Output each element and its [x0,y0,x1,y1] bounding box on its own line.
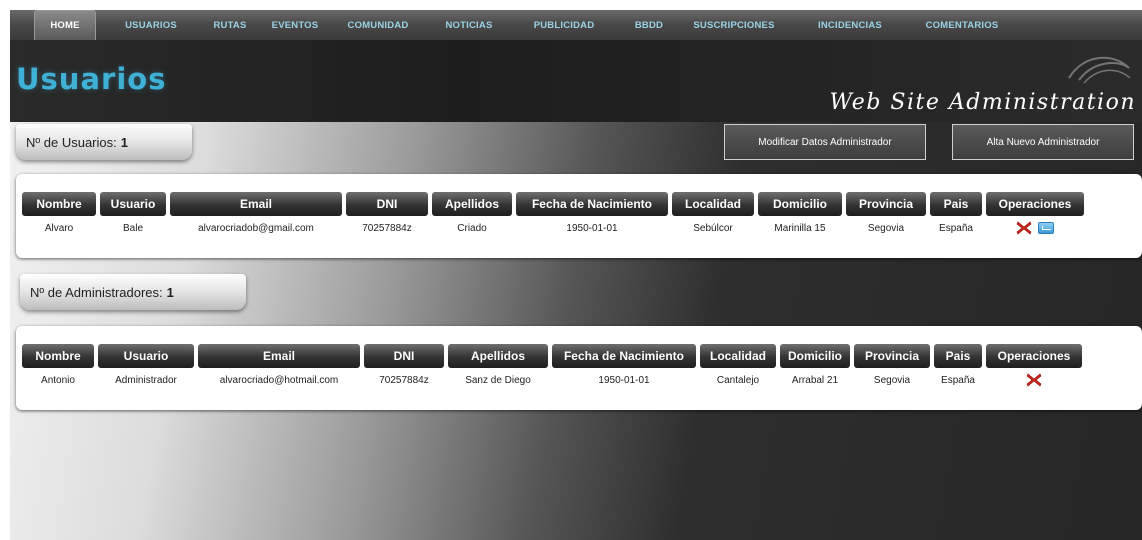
column-header-usuario: Usuario [98,344,194,368]
users-count-box: Nº de Usuarios: 1 [16,124,192,160]
column-header-localidad: Localidad [700,344,776,368]
column-header-provincia: Provincia [846,192,926,216]
delete-x-icon[interactable] [1026,373,1042,387]
cell-email: alvarocriadob@gmail.com [198,222,314,234]
cell-fecha-nacimiento: 1950-01-01 [566,222,618,234]
swirl-decoration-icon [1068,56,1131,84]
column-header-email: Email [170,192,342,216]
nav-item-rutas[interactable]: RUTAS [208,10,252,40]
cell-provincia: Segovia [873,374,911,386]
table-row: Alvaro Bale alvarocriadob@gmail.com 7025… [22,216,1084,240]
admins-table-header-row: Nombre Usuario Email DNI Apellidos Fecha… [22,344,1082,368]
cell-usuario: Bale [122,222,143,234]
column-header-apellidos: Apellidos [448,344,548,368]
column-header-email: Email [198,344,360,368]
cell-dni: 70257884z [379,374,429,386]
nav-item-eventos[interactable]: EVENTOS [266,10,324,40]
nav-item-incidencias[interactable]: INCIDENCIAS [808,10,892,40]
admins-table-panel: Nombre Usuario Email DNI Apellidos Fecha… [16,326,1142,410]
cell-localidad: Cantalejo [716,374,760,386]
nav-item-comunidad[interactable]: COMUNIDAD [340,10,416,40]
new-admin-button[interactable]: Alta Nuevo Administrador [952,124,1134,160]
users-count-value: 1 [120,134,128,150]
nav-item-publicidad[interactable]: PUBLICIDAD [524,10,604,40]
nav-item-bbdd[interactable]: BBDD [630,10,668,40]
delete-x-icon[interactable] [1016,221,1032,235]
cell-localidad: Sebúlcor [693,222,733,234]
column-header-pais: Pais [934,344,982,368]
users-table-panel: Nombre Usuario Email DNI Apellidos Fecha… [16,174,1142,258]
nav-item-suscripciones[interactable]: SUSCRIPCIONES [684,10,784,40]
cell-nombre: Alvaro [44,222,74,234]
cell-apellidos: Criado [457,222,487,234]
nav-item-comentarios[interactable]: COMENTARIOS [914,10,1010,40]
column-header-nombre: Nombre [22,192,96,216]
cell-dni: 70257884z [362,222,412,234]
page-title: Usuarios [16,62,167,96]
column-header-dni: DNI [364,344,444,368]
column-header-apellidos: Apellidos [432,192,512,216]
cell-pais: España [941,374,975,386]
nav-item-home[interactable]: HOME [34,10,96,40]
column-header-provincia: Provincia [854,344,930,368]
cell-fecha-nacimiento: 1950-01-01 [598,374,650,386]
users-table-header-row: Nombre Usuario Email DNI Apellidos Fecha… [22,192,1084,216]
top-nav: HOME USUARIOS RUTAS EVENTOS COMUNIDAD NO… [10,10,1142,40]
admins-count-label: Nº de Administradores: [30,284,163,300]
cell-domicilio: Arrabal 21 [791,374,839,386]
column-header-fecha-nacimiento: Fecha de Nacimiento [516,192,668,216]
nav-item-usuarios[interactable]: USUARIOS [112,10,190,40]
admins-count-value: 1 [166,284,174,300]
users-table: Nombre Usuario Email DNI Apellidos Fecha… [18,192,1088,240]
cell-domicilio: Marinilla 15 [774,222,826,234]
app-frame: HOME USUARIOS RUTAS EVENTOS COMUNIDAD NO… [10,10,1142,540]
cell-provincia: Segovia [867,222,905,234]
cell-apellidos: Sanz de Diego [465,374,531,386]
column-header-fecha-nacimiento: Fecha de Nacimiento [552,344,696,368]
cell-email: alvarocriado@hotmail.com [219,374,339,386]
column-header-localidad: Localidad [672,192,754,216]
users-count-label: Nº de Usuarios: [26,134,117,150]
column-header-dni: DNI [346,192,428,216]
column-header-usuario: Usuario [100,192,166,216]
nav-item-noticias[interactable]: NOTICIAS [438,10,500,40]
table-row: Antonio Administrador alvarocriado@hotma… [22,368,1082,392]
column-header-operaciones: Operaciones [986,344,1082,368]
cell-usuario: Administrador [115,374,177,386]
column-header-domicilio: Domicilio [758,192,842,216]
column-header-operaciones: Operaciones [986,192,1084,216]
cell-operaciones [986,216,1084,240]
column-header-nombre: Nombre [22,344,94,368]
modify-admin-button[interactable]: Modificar Datos Administrador [724,124,926,160]
cell-pais: España [939,222,973,234]
admins-table: Nombre Usuario Email DNI Apellidos Fecha… [18,344,1086,392]
mail-icon[interactable] [1038,222,1054,234]
site-subtitle: Web Site Administration [829,90,1136,115]
cell-operaciones [986,368,1082,392]
column-header-pais: Pais [930,192,982,216]
column-header-domicilio: Domicilio [780,344,850,368]
admins-count-box: Nº de Administradores: 1 [20,274,246,310]
page-header: Usuarios Web Site Administration [10,40,1142,122]
cell-nombre: Antonio [41,374,75,386]
